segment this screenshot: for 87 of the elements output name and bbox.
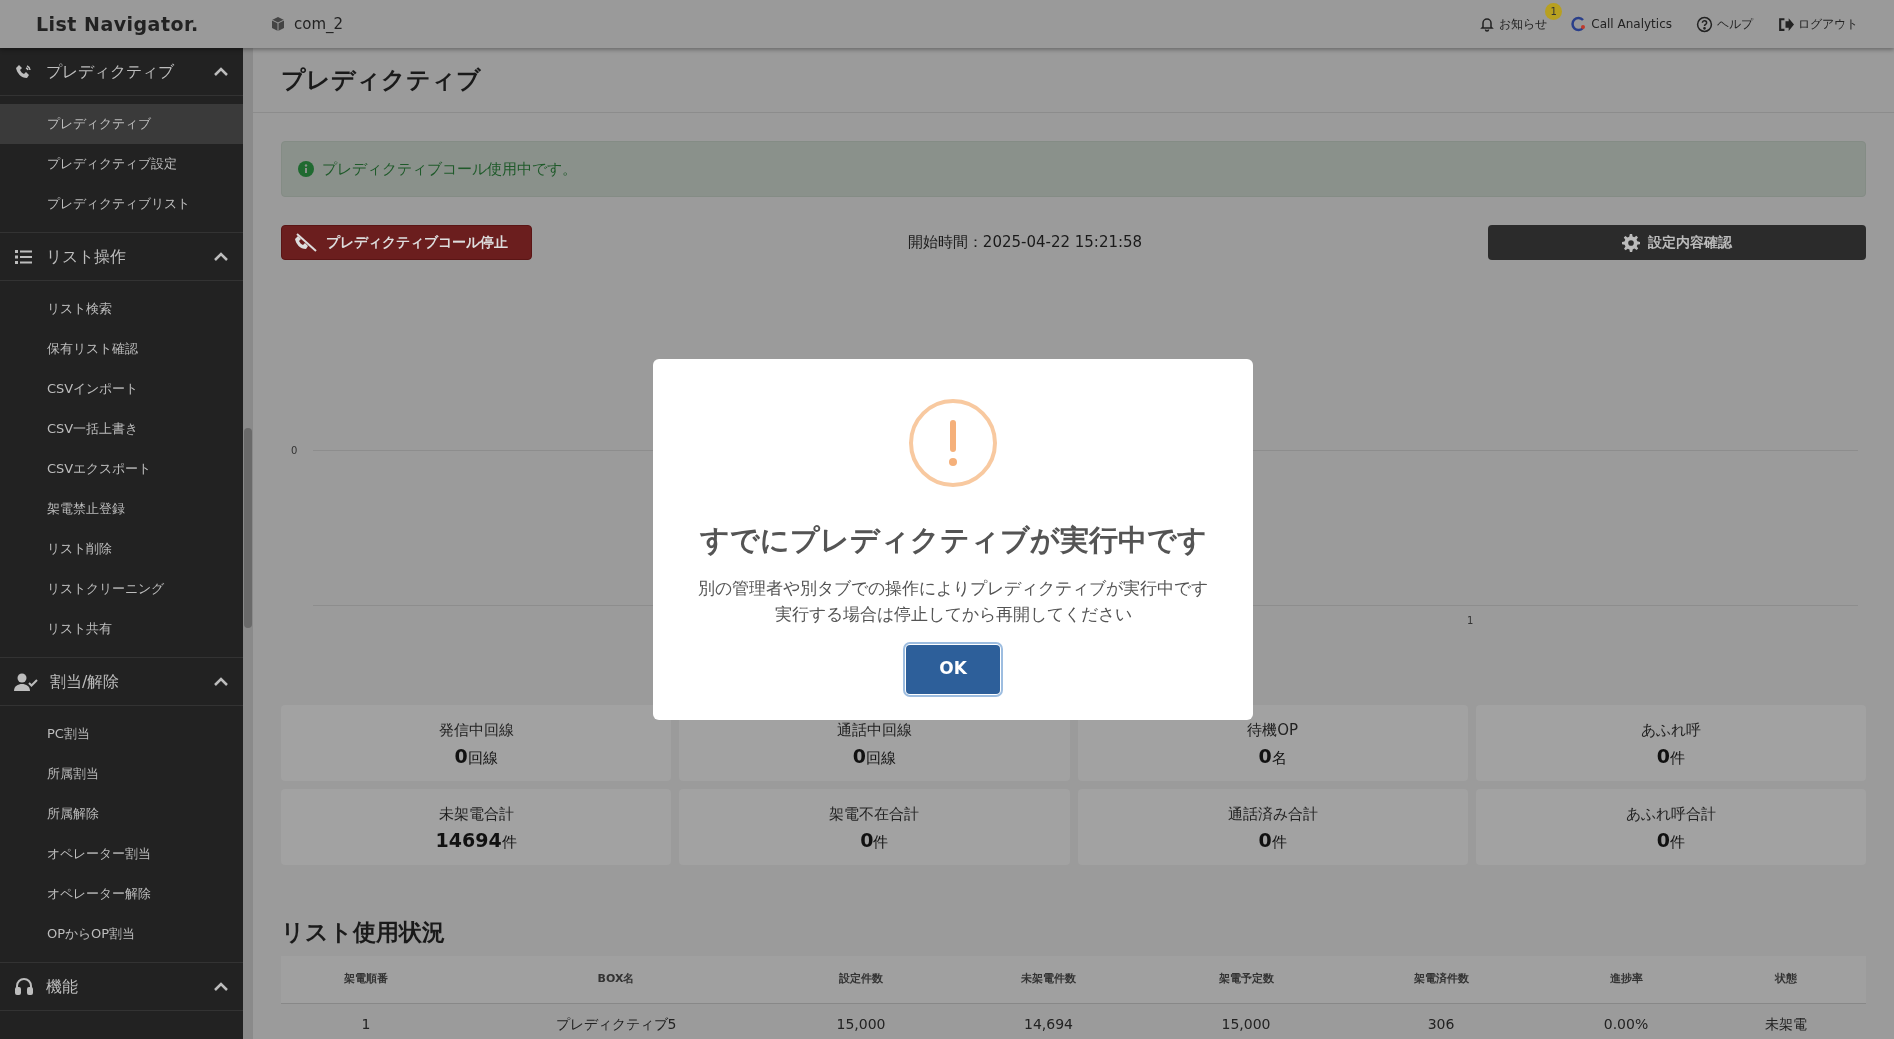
stat-value: 14694件 <box>435 827 517 853</box>
sidebar-item[interactable]: 所属解除 <box>0 794 243 834</box>
stat-label: 通話中回線 <box>836 720 912 741</box>
company-name: com_2 <box>294 13 344 35</box>
stat-label: 架電不在合計 <box>829 804 920 825</box>
stat-label: 通話済み合計 <box>1227 804 1318 825</box>
column-header: 架電済件数 <box>1336 955 1546 1004</box>
stat-value: 0件 <box>1258 827 1287 853</box>
column-header: 架電順番 <box>281 955 451 1004</box>
sidebar-item[interactable]: CSVエクスポート <box>0 449 243 489</box>
scrollbar-thumb[interactable] <box>244 428 252 628</box>
app-logo: List Navigator. <box>36 11 200 37</box>
sidebar-item[interactable]: プレディクティブ <box>0 104 243 144</box>
headset-icon <box>14 976 34 997</box>
ok-button[interactable]: OK <box>906 644 1000 694</box>
analytics-link[interactable]: Call Analytics <box>1571 15 1672 33</box>
stop-call-button[interactable]: プレディクティブコール停止 <box>281 225 532 260</box>
stat-label: あふれ呼 <box>1640 720 1701 741</box>
sidebar-item[interactable]: 所属割当 <box>0 754 243 794</box>
table-cell: 15,000 <box>781 1003 941 1032</box>
chevron-up-icon <box>213 66 229 77</box>
sidebar-item[interactable]: リストクリーニング <box>0 569 243 609</box>
stat-value: 0件 <box>1656 827 1685 853</box>
section-title: リスト使用状況 <box>281 918 446 947</box>
axis-tick-label: 1 <box>1467 614 1474 628</box>
stat-label: 発信中回線 <box>438 720 514 741</box>
sidebar-item[interactable]: OPからOP割当 <box>0 914 243 954</box>
chevron-up-icon <box>213 676 229 687</box>
notification-badge: 1 <box>1545 3 1563 20</box>
sidebar-item[interactable]: リスト共有 <box>0 609 243 649</box>
sidebar-item[interactable]: PC割当 <box>0 714 243 754</box>
phone-slash-icon <box>294 232 318 253</box>
user-check-icon <box>14 671 38 692</box>
bell-icon <box>1479 16 1496 32</box>
stat-value: 0件 <box>860 827 889 853</box>
start-time: 開始時間：2025-04-22 15:21:58 <box>906 232 1144 254</box>
stat-label: あふれ呼合計 <box>1625 804 1716 825</box>
sidebar-item[interactable]: プレディクティブ設定 <box>0 144 243 184</box>
dialog-message: 別の管理者や別タブでの操作によりプレディクティブが実行中です <box>698 576 1208 600</box>
sidebar-item[interactable]: オペレーター解除 <box>0 874 243 914</box>
stat-value: 0回線 <box>852 743 896 769</box>
column-header: BOX名 <box>451 955 781 1004</box>
table-cell: 未架電 <box>1706 1003 1866 1032</box>
logout-icon <box>1777 15 1794 33</box>
help-icon <box>1696 15 1713 33</box>
sidebar-item[interactable]: オペレーター割当 <box>0 834 243 874</box>
sidebar-item[interactable]: プレディクティブリスト <box>0 184 243 224</box>
bell-link[interactable]: お知らせ <box>1479 15 1548 33</box>
page-title: プレディクティブ <box>281 65 481 96</box>
sidebar-item[interactable]: 保有リスト確認 <box>0 329 243 369</box>
cube-icon <box>270 16 286 32</box>
table-cell: 14,694 <box>941 1003 1156 1032</box>
stat-label: 未架電合計 <box>438 804 514 825</box>
axis-tick-label: 0 <box>291 444 298 458</box>
sidebar-item[interactable]: リスト削除 <box>0 529 243 569</box>
column-header: 進捗率 <box>1546 955 1706 1004</box>
list-icon <box>14 247 34 266</box>
stat-label: 待機OP <box>1247 720 1299 741</box>
dialog-title: すでにプレディクティブが実行中です <box>699 522 1207 559</box>
info-icon <box>298 161 314 177</box>
stat-value: 0件 <box>1656 743 1685 769</box>
settings-check-button[interactable]: 設定内容確認 <box>1488 225 1866 260</box>
analytics-logo-icon <box>1571 16 1588 32</box>
alert-text: プレディクティブコール使用中です。 <box>322 158 577 180</box>
chevron-up-icon <box>213 981 229 992</box>
stat-value: 0回線 <box>454 743 498 769</box>
gear-icon <box>1622 233 1640 252</box>
stat-value: 0名 <box>1258 743 1287 769</box>
help-link[interactable]: ヘルプ <box>1696 15 1753 33</box>
table-cell: 306 <box>1336 1003 1546 1032</box>
sidebar-item[interactable]: CSVインポート <box>0 369 243 409</box>
table-cell: プレディクティブ5 <box>451 1003 781 1032</box>
column-header: 設定件数 <box>781 955 941 1004</box>
sidebar-item[interactable]: 架電禁止登録 <box>0 489 243 529</box>
sidebar-item[interactable]: リスト検索 <box>0 289 243 329</box>
sidebar-item[interactable]: CSV一括上書き <box>0 409 243 449</box>
column-header: 架電予定数 <box>1156 955 1336 1004</box>
column-header: 未架電件数 <box>941 955 1156 1004</box>
chevron-up-icon <box>213 251 229 262</box>
dialog-message: 実行する場合は停止してから再開してください <box>774 602 1132 626</box>
warning-icon <box>908 398 998 488</box>
column-header: 状態 <box>1706 955 1866 1004</box>
table-cell: 0.00% <box>1546 1003 1706 1032</box>
table-cell: 1 <box>281 1003 451 1032</box>
table-cell: 15,000 <box>1156 1003 1336 1032</box>
sidebar-group-header[interactable]: 割当/解除 <box>0 658 243 706</box>
logout-link[interactable]: ログアウト <box>1777 15 1858 33</box>
